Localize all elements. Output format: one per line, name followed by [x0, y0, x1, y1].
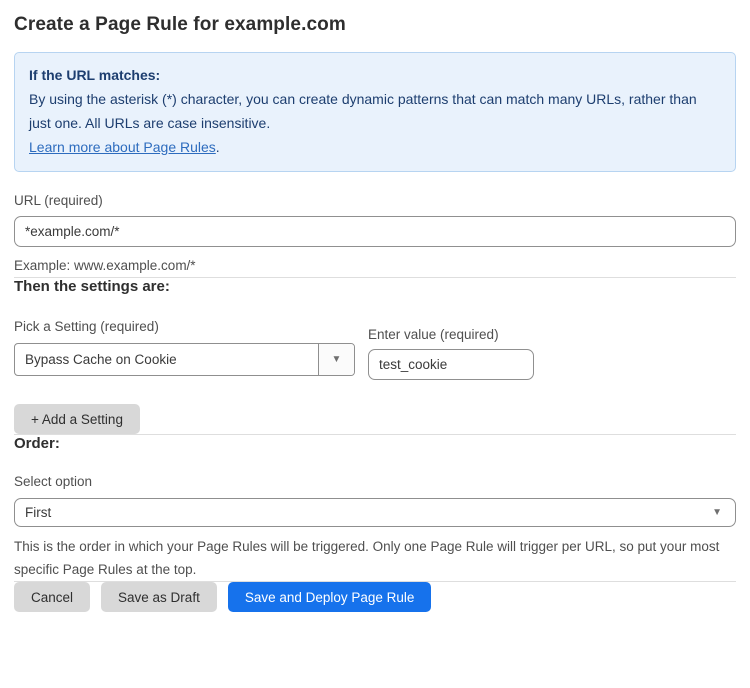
setting-picker-column: Pick a Setting (required) Bypass Cache o… [14, 319, 355, 380]
info-banner-body: By using the asterisk (*) character, you… [29, 87, 721, 135]
setting-value-column: Enter value (required) [368, 319, 534, 380]
setting-select-label: Pick a Setting (required) [14, 319, 355, 334]
setting-select-caret-button[interactable]: ▼ [318, 344, 354, 375]
url-section: URL (required) Example: www.example.com/… [14, 193, 736, 277]
learn-more-link[interactable]: Learn more about Page Rules [29, 139, 216, 155]
order-helper-text: This is the order in which your Page Rul… [14, 535, 734, 581]
order-heading: Order: [14, 435, 736, 452]
add-setting-button[interactable]: + Add a Setting [14, 404, 140, 434]
order-select[interactable]: First ▼ [14, 498, 736, 527]
page-rule-form: Create a Page Rule for example.com If th… [0, 0, 750, 624]
caret-down-icon: ▼ [712, 508, 722, 518]
save-and-deploy-button[interactable]: Save and Deploy Page Rule [228, 582, 432, 612]
url-input[interactable] [14, 216, 736, 247]
caret-down-icon: ▼ [332, 355, 342, 365]
url-example-helper: Example: www.example.com/* [14, 254, 736, 277]
page-title: Create a Page Rule for example.com [14, 14, 736, 36]
order-select-value: First [25, 505, 51, 520]
url-label: URL (required) [14, 193, 736, 208]
value-field-label: Enter value (required) [368, 327, 534, 342]
footer-actions: Cancel Save as Draft Save and Deploy Pag… [14, 582, 736, 612]
setting-value-input[interactable] [368, 349, 534, 380]
settings-heading: Then the settings are: [14, 278, 736, 295]
settings-row: Pick a Setting (required) Bypass Cache o… [14, 319, 736, 380]
url-match-info-banner: If the URL matches: By using the asteris… [14, 52, 736, 172]
link-suffix: . [216, 139, 220, 155]
save-as-draft-button[interactable]: Save as Draft [101, 582, 217, 612]
setting-select[interactable]: Bypass Cache on Cookie ▼ [14, 343, 355, 376]
settings-section: Then the settings are: Pick a Setting (r… [14, 278, 736, 434]
order-section: Order: Select option First ▼ This is the… [14, 435, 736, 581]
setting-select-value: Bypass Cache on Cookie [15, 344, 318, 375]
info-banner-heading: If the URL matches: [29, 63, 721, 87]
cancel-button[interactable]: Cancel [14, 582, 90, 612]
order-select-label: Select option [14, 474, 736, 489]
info-banner-link-line: Learn more about Page Rules. [29, 135, 721, 159]
